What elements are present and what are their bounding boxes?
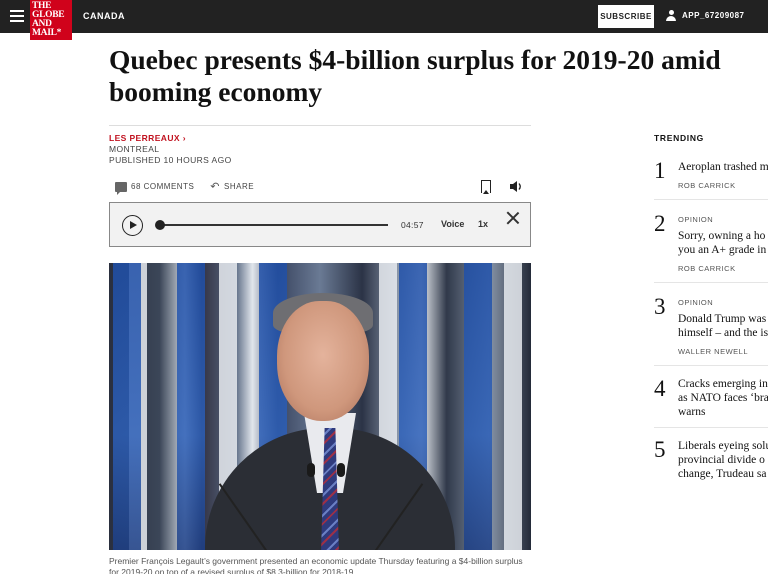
- logo-line: MAIL*: [32, 28, 62, 38]
- section-link-canada[interactable]: CANADA: [83, 11, 125, 21]
- username-label: APP_67209087: [682, 11, 745, 20]
- trending-rank: 3: [654, 294, 666, 319]
- article-photo[interactable]: [109, 263, 531, 550]
- trending-rank: 1: [654, 158, 666, 183]
- trending-title[interactable]: as NATO faces ‘bra: [678, 391, 768, 405]
- voice-selector[interactable]: Voice: [441, 219, 464, 229]
- trending-title[interactable]: warns: [678, 405, 705, 419]
- trending-title[interactable]: Donald Trump was: [678, 312, 766, 326]
- user-icon: [666, 10, 676, 21]
- comments-label: 68 COMMENTS: [131, 182, 195, 191]
- article-headline: Quebec presents $4-billion surplus for 2…: [109, 44, 721, 107]
- microphone: [337, 463, 345, 477]
- trending-item[interactable]: 3 OPINION Donald Trump was himself – and…: [654, 294, 768, 366]
- trending-rank: 4: [654, 376, 666, 401]
- play-icon[interactable]: [122, 215, 143, 236]
- comment-icon: [115, 181, 127, 195]
- trending-item[interactable]: 2 OPINION Sorry, owning a ho you an A+ g…: [654, 211, 768, 283]
- opinion-label: OPINION: [678, 298, 714, 307]
- speaker-icon[interactable]: [509, 180, 523, 193]
- trending-heading: TRENDING: [654, 133, 704, 143]
- dateline: MONTREAL: [109, 144, 160, 154]
- trending-title[interactable]: Liberals eyeing solu: [678, 439, 768, 453]
- top-navigation-bar: THE GLOBE AND MAIL* CANADA SUBSCRIBE APP…: [0, 0, 768, 40]
- trending-item[interactable]: 1 Aeroplan trashed m ROB CARRICK: [654, 158, 768, 200]
- trending-item[interactable]: 5 Liberals eyeing solu provincial divide…: [654, 437, 768, 489]
- trending-item[interactable]: 4 Cracks emerging in as NATO faces ‘bra …: [654, 376, 768, 428]
- trending-byline: WALLER NEWELL: [678, 347, 748, 356]
- playback-speed-selector[interactable]: 1x: [478, 219, 488, 229]
- published-time: PUBLISHED 10 HOURS AGO: [109, 155, 232, 165]
- photo-flag: [177, 263, 205, 550]
- microphone: [307, 463, 315, 477]
- trending-title[interactable]: himself – and the is: [678, 326, 768, 340]
- author-name: LES PERREAUX: [109, 133, 180, 143]
- close-icon[interactable]: [506, 211, 520, 225]
- trending-byline: ROB CARRICK: [678, 181, 736, 190]
- author-link[interactable]: LES PERREAUX ›: [109, 133, 186, 143]
- subscribe-button[interactable]: SUBSCRIBE: [598, 5, 654, 28]
- trending-title[interactable]: Cracks emerging in: [678, 377, 768, 391]
- trending-title[interactable]: change, Trudeau sa: [678, 467, 766, 481]
- audio-duration: 04:57: [401, 220, 424, 230]
- share-icon: ↶: [210, 181, 221, 193]
- trending-byline: ROB CARRICK: [678, 264, 736, 273]
- photo-caption: Premier François Legault’s government pr…: [109, 556, 523, 574]
- photo-flag: [464, 263, 492, 550]
- trending-rank: 5: [654, 437, 666, 462]
- photo-curtain: [504, 263, 522, 550]
- divider: [109, 125, 531, 126]
- share-button[interactable]: ↶ SHARE: [210, 180, 254, 193]
- comments-button[interactable]: 68 COMMENTS: [115, 181, 195, 195]
- trending-title[interactable]: provincial divide o: [678, 453, 765, 467]
- trending-title[interactable]: Aeroplan trashed m: [678, 160, 768, 174]
- share-label: SHARE: [224, 182, 255, 191]
- menu-icon[interactable]: [10, 10, 24, 22]
- article-actions: 68 COMMENTS ↶ SHARE: [115, 180, 254, 195]
- audio-progress-track[interactable]: [155, 220, 388, 230]
- opinion-label: OPINION: [678, 215, 714, 224]
- bookmark-icon[interactable]: [481, 180, 491, 194]
- trending-title[interactable]: Sorry, owning a ho: [678, 229, 765, 243]
- trending-rank: 2: [654, 211, 666, 236]
- photo-flag: [113, 263, 141, 550]
- chevron-right-icon: ›: [182, 133, 186, 143]
- audio-progress-knob[interactable]: [155, 220, 165, 230]
- globe-and-mail-logo[interactable]: THE GLOBE AND MAIL*: [30, 0, 72, 40]
- user-account-menu[interactable]: APP_67209087: [666, 10, 745, 21]
- trending-title[interactable]: you an A+ grade in: [678, 243, 766, 257]
- audio-player: 04:57 Voice 1x: [109, 202, 531, 247]
- photo-face: [277, 301, 369, 421]
